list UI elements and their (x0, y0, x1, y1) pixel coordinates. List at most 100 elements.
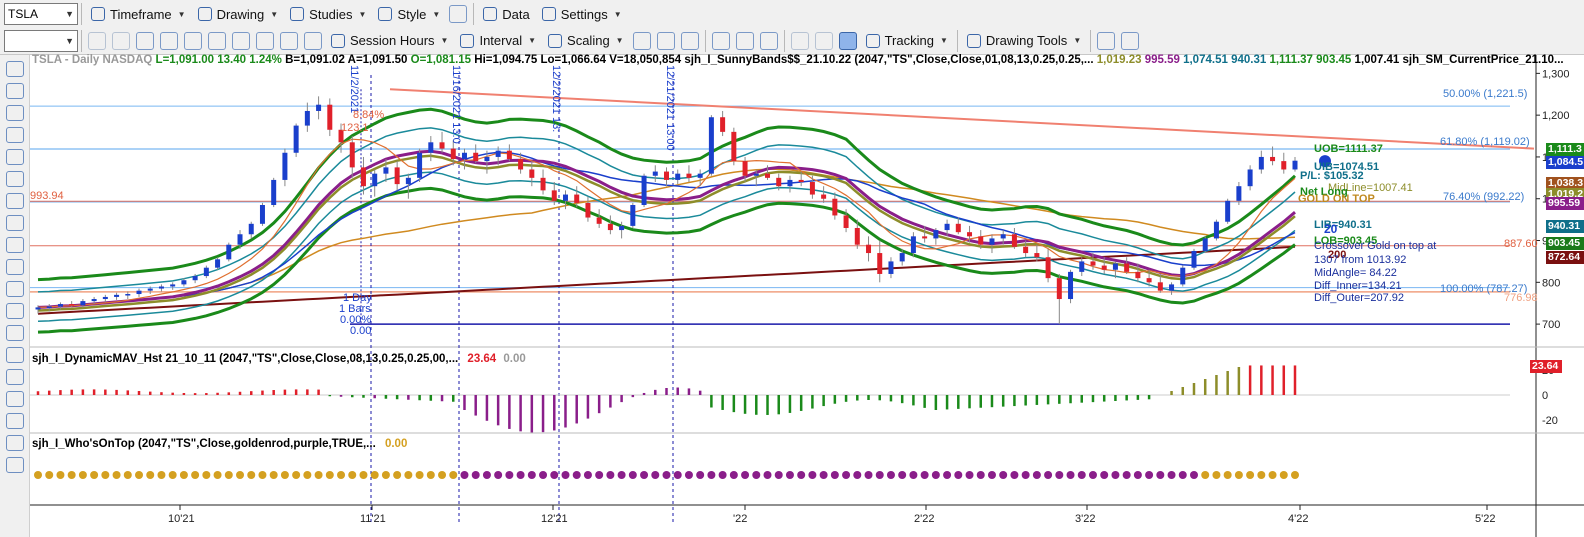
tracking-button[interactable]: Tracking ▼ (860, 29, 954, 53)
compass-icon[interactable] (184, 31, 202, 50)
studies-button[interactable]: Studies ▼ (284, 2, 372, 26)
timeframe-button[interactable]: Timeframe ▼ (85, 2, 192, 26)
layout-icon[interactable] (449, 5, 468, 23)
vertical-line-icon[interactable] (6, 171, 24, 187)
rectangle-tool-icon[interactable] (6, 435, 24, 451)
candle-body (540, 177, 546, 191)
settings-button[interactable]: Settings ▼ (536, 2, 628, 26)
chevron-down-icon: ▼ (358, 9, 367, 19)
whos-on-top-dot (101, 471, 110, 479)
bar-chart-icon[interactable] (232, 31, 250, 50)
candle-body (439, 142, 445, 149)
candle-body (664, 171, 669, 180)
bar-spacing-icon[interactable] (711, 31, 730, 50)
speed-lines-icon[interactable] (6, 303, 24, 319)
chart-toolbar: ▼ Session Hours ▼ Interval ▼ Scaling ▼ Trac… (0, 27, 1584, 55)
zoom-out-icon[interactable] (814, 31, 833, 50)
magnifier-icon[interactable] (160, 31, 178, 50)
session-hours-button[interactable]: Session Hours ▼ (325, 29, 454, 53)
arrow-down-tool-icon[interactable] (6, 391, 24, 407)
trend-icon[interactable] (256, 31, 274, 50)
crossover-detail: 1307 from 1013.92 (1314, 254, 1407, 266)
reload-icon[interactable] (112, 31, 130, 50)
gann-tool-icon[interactable] (6, 259, 24, 275)
whos-on-top-dot (999, 471, 1008, 479)
grid-icon[interactable] (136, 31, 154, 50)
whos-on-top-dot (718, 471, 727, 479)
dmav-value-tag: 23.64 (1530, 360, 1562, 373)
pencil-tool-icon[interactable] (6, 83, 24, 99)
candle-body (461, 152, 467, 160)
candle-body (720, 117, 726, 132)
candle-body (383, 167, 389, 174)
symbol-input[interactable]: TSLA ▼ (4, 3, 78, 25)
style-button[interactable]: Style ▼ (372, 2, 446, 26)
candle-body (271, 179, 277, 205)
candlestick-icon[interactable] (656, 31, 675, 50)
whos-on-top-dot (1246, 471, 1255, 479)
whos-on-top-dot (348, 471, 357, 479)
whos-on-top-dot (763, 471, 772, 479)
workspace-select[interactable]: ▼ (4, 29, 78, 52)
candle-body (1101, 265, 1107, 270)
ellipse-tool-icon[interactable] (6, 413, 24, 429)
select-icon[interactable] (838, 31, 857, 50)
scaling-button[interactable]: Scaling ▼ (542, 29, 630, 53)
analysis-icon[interactable] (1121, 31, 1140, 50)
cycle-tool-icon[interactable] (6, 325, 24, 341)
channel-tool-icon[interactable] (6, 237, 24, 253)
arc-tool-icon[interactable] (6, 347, 24, 363)
arrow-up-tool-icon[interactable] (6, 369, 24, 385)
fib-label: 61.80% (1,119.02) (1440, 136, 1530, 148)
drawing-tools-button[interactable]: Drawing Tools ▼ (961, 29, 1087, 53)
whos-on-top-dot (842, 471, 851, 479)
whos-on-top-dot (1257, 471, 1266, 479)
candle-body (1135, 271, 1141, 279)
whos-on-top-dot (482, 471, 491, 479)
hollow-candle-icon[interactable] (680, 31, 699, 50)
gear-icon[interactable] (280, 31, 298, 50)
chart-area[interactable]: 7008009001,0001,1001,2001,300200-2010'21… (30, 54, 1584, 537)
horizontal-line-icon[interactable] (6, 149, 24, 165)
scroll-icon[interactable] (759, 31, 778, 50)
ray-tool-icon[interactable] (6, 127, 24, 143)
interval-button[interactable]: Interval ▼ (454, 29, 542, 53)
whos-on-top-dot (1021, 471, 1030, 479)
fib-label: 76.40% (992.22) (1443, 191, 1525, 203)
format-icon[interactable] (304, 31, 322, 50)
candle-body (888, 261, 894, 274)
candle-body (1270, 156, 1276, 162)
candle-body (529, 169, 535, 178)
whos-on-top-dot (1066, 471, 1075, 479)
candle-body (1180, 267, 1186, 285)
price-value-tag: 1,084.5 (1546, 156, 1584, 169)
candle-body (1090, 261, 1096, 266)
grid-tool-icon[interactable] (6, 281, 24, 297)
refresh-icon[interactable] (88, 31, 106, 50)
whos-on-top-dot (1156, 471, 1165, 479)
data-button[interactable]: Data (477, 2, 535, 26)
zoom-chart-icon[interactable] (208, 31, 226, 50)
parallel-lines-icon[interactable] (6, 193, 24, 209)
zoom-in-icon[interactable] (790, 31, 809, 50)
trendline-icon[interactable] (1097, 31, 1116, 50)
candle-body (562, 194, 568, 201)
whos-on-top-dot (1291, 471, 1299, 479)
fib-tool-icon[interactable] (6, 215, 24, 231)
drawing-button[interactable]: Drawing ▼ (192, 2, 285, 26)
whos-on-top-dot (673, 471, 682, 479)
whos-on-top-dot (1122, 471, 1131, 479)
whos-on-top-dot (797, 471, 806, 479)
candle-body (147, 288, 153, 291)
whos-on-top-dot (123, 471, 132, 479)
candle-body (46, 306, 52, 309)
whos-on-top-dot (539, 471, 548, 479)
ohlc-icon[interactable] (632, 31, 651, 50)
text-tool-icon[interactable] (6, 457, 24, 473)
bar-spacing-wide-icon[interactable] (735, 31, 754, 50)
whos-on-top-dot (651, 471, 660, 479)
candle-body (944, 223, 950, 231)
line-tool-icon[interactable] (6, 105, 24, 121)
candle-body (1034, 253, 1040, 258)
crosshair-tool-icon[interactable] (6, 61, 24, 77)
